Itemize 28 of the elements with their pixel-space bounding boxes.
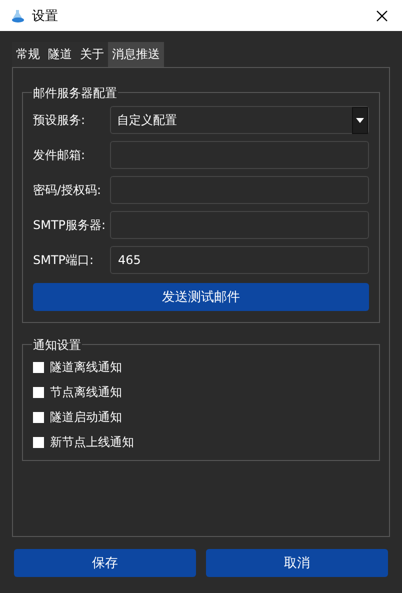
input-field[interactable]: 465 bbox=[110, 246, 369, 274]
field-label: 密码/授权码: bbox=[33, 182, 102, 198]
field-label: 预设服务: bbox=[33, 112, 86, 128]
checkbox-label[interactable]: 新节点上线通知 bbox=[50, 434, 134, 450]
dialog-button[interactable]: 取消 bbox=[206, 549, 388, 577]
checkbox-label[interactable]: 隧道离线通知 bbox=[50, 358, 122, 376]
field-label: SMTP端口: bbox=[33, 252, 95, 268]
group-title: 邮件服务器配置 bbox=[32, 86, 118, 100]
field-label: SMTP服务器: bbox=[33, 216, 107, 234]
checkbox-label[interactable]: 节点离线通知 bbox=[50, 384, 122, 400]
app-icon bbox=[10, 8, 26, 24]
checkbox-label[interactable]: 隧道启动通知 bbox=[50, 408, 122, 426]
field-label: 发件邮箱: bbox=[33, 146, 86, 164]
close-icon[interactable] bbox=[376, 10, 388, 22]
checkbox[interactable] bbox=[33, 436, 44, 448]
window-title: 设置 bbox=[32, 8, 59, 24]
input-field[interactable] bbox=[110, 176, 369, 204]
checkbox[interactable] bbox=[33, 386, 44, 398]
checkbox[interactable] bbox=[33, 362, 44, 372]
send-test-button[interactable]: 发送测试邮件 bbox=[33, 283, 369, 311]
dialog-button[interactable]: 保存 bbox=[14, 549, 196, 577]
dropdown[interactable]: 自定义配置 bbox=[110, 106, 369, 134]
tab[interactable]: 消息推送 bbox=[108, 42, 164, 67]
input-field[interactable] bbox=[110, 211, 369, 239]
checkbox[interactable] bbox=[33, 412, 44, 422]
input-field[interactable] bbox=[110, 141, 369, 169]
group-title: 通知设置 bbox=[32, 338, 82, 352]
caret-icon bbox=[356, 118, 364, 122]
